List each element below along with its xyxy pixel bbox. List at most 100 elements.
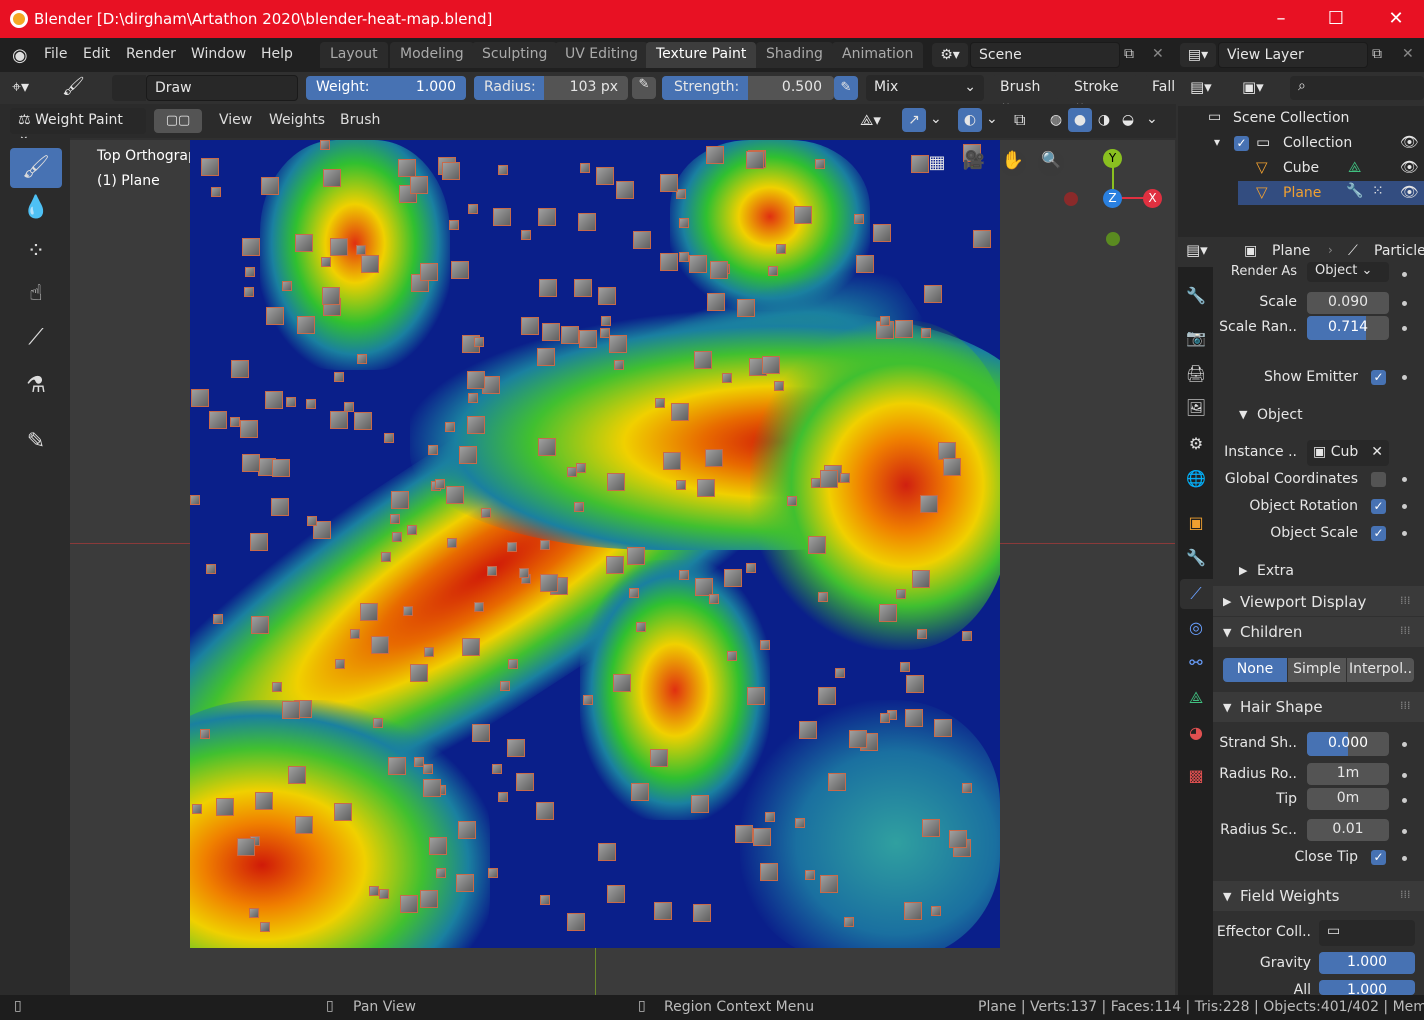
gradient-tool-icon[interactable]: ⟋ <box>10 318 62 358</box>
plane-visibility-eye-icon[interactable]: 👁 <box>1400 183 1419 201</box>
scene-collection-label[interactable]: Scene Collection <box>1233 110 1349 126</box>
show-emitter-checkbox[interactable]: ✓ <box>1371 370 1386 385</box>
data-tab-icon[interactable]: ⟁ <box>1184 686 1208 710</box>
clear-icon[interactable]: ✕ <box>1371 444 1383 460</box>
anim-dot[interactable] <box>1402 477 1407 482</box>
editor-type-icon[interactable]: ▤▾ <box>1186 241 1208 259</box>
solid-shading-icon[interactable]: ● <box>1068 108 1092 132</box>
stroke-menu[interactable]: Stroke ⌄ <box>1066 75 1138 111</box>
children-none-button[interactable]: None <box>1223 658 1287 682</box>
gizmo-y-axis[interactable]: Y <box>1103 149 1122 168</box>
anim-dot[interactable] <box>1402 504 1407 509</box>
effector-collection-field[interactable]: ▭ <box>1319 920 1415 946</box>
anim-dot[interactable] <box>1402 531 1407 536</box>
anim-dot[interactable] <box>1402 773 1407 778</box>
menu-brush[interactable]: Brush <box>340 112 380 128</box>
strength-slider[interactable]: Strength: 0.500 <box>662 76 834 100</box>
collection-label[interactable]: Collection <box>1283 135 1352 151</box>
view-layer-selector-icon[interactable]: ▤▾ <box>1180 43 1216 67</box>
menu-view[interactable]: View <box>219 112 252 128</box>
tab-uv-editing[interactable]: UV Editing <box>555 42 649 68</box>
outliner-search-input[interactable]: ⌕ <box>1290 76 1424 100</box>
annotate-tool-icon[interactable]: ✎ <box>10 422 62 462</box>
viewport-display-label[interactable]: Viewport Display <box>1240 593 1366 611</box>
tool-mode-icon[interactable]: ⌖▾ <box>12 77 29 97</box>
neg-x-axis-dot[interactable] <box>1064 192 1078 206</box>
gizmo-x-axis[interactable]: X <box>1143 189 1162 208</box>
scene-tab-icon[interactable]: ⚙ <box>1184 432 1208 456</box>
material-tab-icon[interactable]: ◕ <box>1184 721 1208 745</box>
neg-y-axis-dot[interactable] <box>1106 232 1120 246</box>
object-section-expand-icon[interactable]: ▼ <box>1239 408 1247 421</box>
brush-preview-icon[interactable] <box>112 75 146 101</box>
view-layer-field[interactable]: View Layer <box>1218 42 1368 68</box>
weight-slider[interactable]: Weight: 1.000 <box>306 76 466 100</box>
wireframe-shading-icon[interactable]: ◍ <box>1044 108 1068 132</box>
drag-handle-icon[interactable]: ⁞⁞⁞ <box>1400 888 1411 901</box>
tab-animation[interactable]: Animation <box>832 42 924 68</box>
tab-texture-paint[interactable]: Texture Paint <box>646 42 757 68</box>
drag-handle-icon[interactable]: ⁞⁞⁞ <box>1400 624 1411 637</box>
sample-weight-tool-icon[interactable]: ⚗ <box>10 366 62 406</box>
scene-field[interactable]: Scene <box>970 42 1120 68</box>
hair-shape-expand-icon[interactable]: ▼ <box>1223 701 1231 714</box>
anim-dot[interactable] <box>1402 326 1407 331</box>
close-button[interactable]: ✕ <box>1376 8 1416 29</box>
anim-dot[interactable] <box>1402 829 1407 834</box>
falloff-menu[interactable]: Fall <box>1144 75 1176 101</box>
xray-icon[interactable]: ⧉ <box>1014 110 1025 130</box>
collection-visibility-eye-icon[interactable]: 👁 <box>1400 133 1419 151</box>
menu-help[interactable]: Help <box>261 46 293 62</box>
overlay-toggle-icon[interactable]: ◐ <box>958 108 982 132</box>
material-shading-icon[interactable]: ◑ <box>1092 108 1116 132</box>
object-section-label[interactable]: Object <box>1257 407 1303 423</box>
filter-icon[interactable]: ▣▾ <box>1242 78 1264 96</box>
tip-field[interactable]: 0m <box>1307 788 1389 810</box>
anim-dot[interactable] <box>1402 856 1407 861</box>
brush-name-field[interactable]: Draw <box>146 75 298 101</box>
radius-slider[interactable]: Radius: 103 px <box>474 76 628 100</box>
mode-dropdown[interactable]: ⚖ Weight Paint ⌄ <box>10 108 146 144</box>
all-field[interactable]: 1.000 <box>1319 980 1415 995</box>
gizmo-dropdown-icon[interactable]: ⌄ <box>930 111 942 127</box>
menu-window[interactable]: Window <box>191 46 246 62</box>
mask-toggle-icon[interactable]: ▢▢ <box>154 109 202 133</box>
children-label[interactable]: Children <box>1240 623 1302 641</box>
close-tip-checkbox[interactable]: ✓ <box>1371 850 1386 865</box>
brush-menu[interactable]: Brush ⌄ <box>992 75 1058 111</box>
render-tab-icon[interactable]: 📷 <box>1184 326 1208 350</box>
modifier-tab-icon[interactable]: 🔧 <box>1184 546 1208 570</box>
tab-sculpting[interactable]: Sculpting <box>472 42 558 68</box>
collection-checkbox[interactable]: ✓ <box>1234 136 1249 151</box>
gizmo-toggle-icon[interactable]: ↗ <box>902 108 926 132</box>
collection-expand-icon[interactable]: ▾ <box>1214 135 1220 149</box>
scene-selector-icon[interactable]: ⚙▾ <box>932 43 968 67</box>
blender-menu-icon[interactable]: ◉ <box>12 45 28 66</box>
new-view-layer-icon[interactable]: ⧉ <box>1372 46 1382 62</box>
props-particles-name[interactable]: Particles <box>1374 243 1424 259</box>
anim-dot[interactable] <box>1402 375 1407 380</box>
outliner-item-plane[interactable]: Plane <box>1283 185 1321 201</box>
outliner-item-cube[interactable]: Cube <box>1283 160 1319 176</box>
symmetry-icon[interactable]: ⟁▾ <box>860 111 881 129</box>
menu-render[interactable]: Render <box>126 46 176 62</box>
texture-tab-icon[interactable]: ▩ <box>1184 764 1208 788</box>
average-tool-icon[interactable]: ⁘ <box>10 232 62 272</box>
instance-object-field[interactable]: ▣ Cub ✕ <box>1307 440 1389 466</box>
weight-paint-plane[interactable] <box>190 140 1000 948</box>
extra-expand-icon[interactable]: ▶ <box>1239 564 1247 577</box>
object-tab-icon[interactable]: ▣ <box>1184 511 1208 535</box>
minimize-button[interactable]: – <box>1261 8 1301 29</box>
anim-dot[interactable] <box>1402 798 1407 803</box>
maximize-button[interactable]: ☐ <box>1316 8 1356 29</box>
children-interpolated-button[interactable]: Interpol.. <box>1347 658 1414 682</box>
grid-view-icon[interactable]: ▦ <box>925 152 949 176</box>
object-rotation-checkbox[interactable]: ✓ <box>1371 499 1386 514</box>
drag-handle-icon[interactable]: ⁞⁞⁞ <box>1400 594 1411 607</box>
output-tab-icon[interactable]: 🖨 <box>1184 362 1208 386</box>
smear-tool-icon[interactable]: ☝ <box>10 274 62 314</box>
radius-scale-field[interactable]: 0.01 <box>1307 819 1389 841</box>
pan-view-icon[interactable]: ✋ <box>1000 150 1026 176</box>
draw-tool-icon[interactable]: 🖌 <box>10 148 62 188</box>
camera-view-icon[interactable]: 🎥 <box>962 150 986 174</box>
